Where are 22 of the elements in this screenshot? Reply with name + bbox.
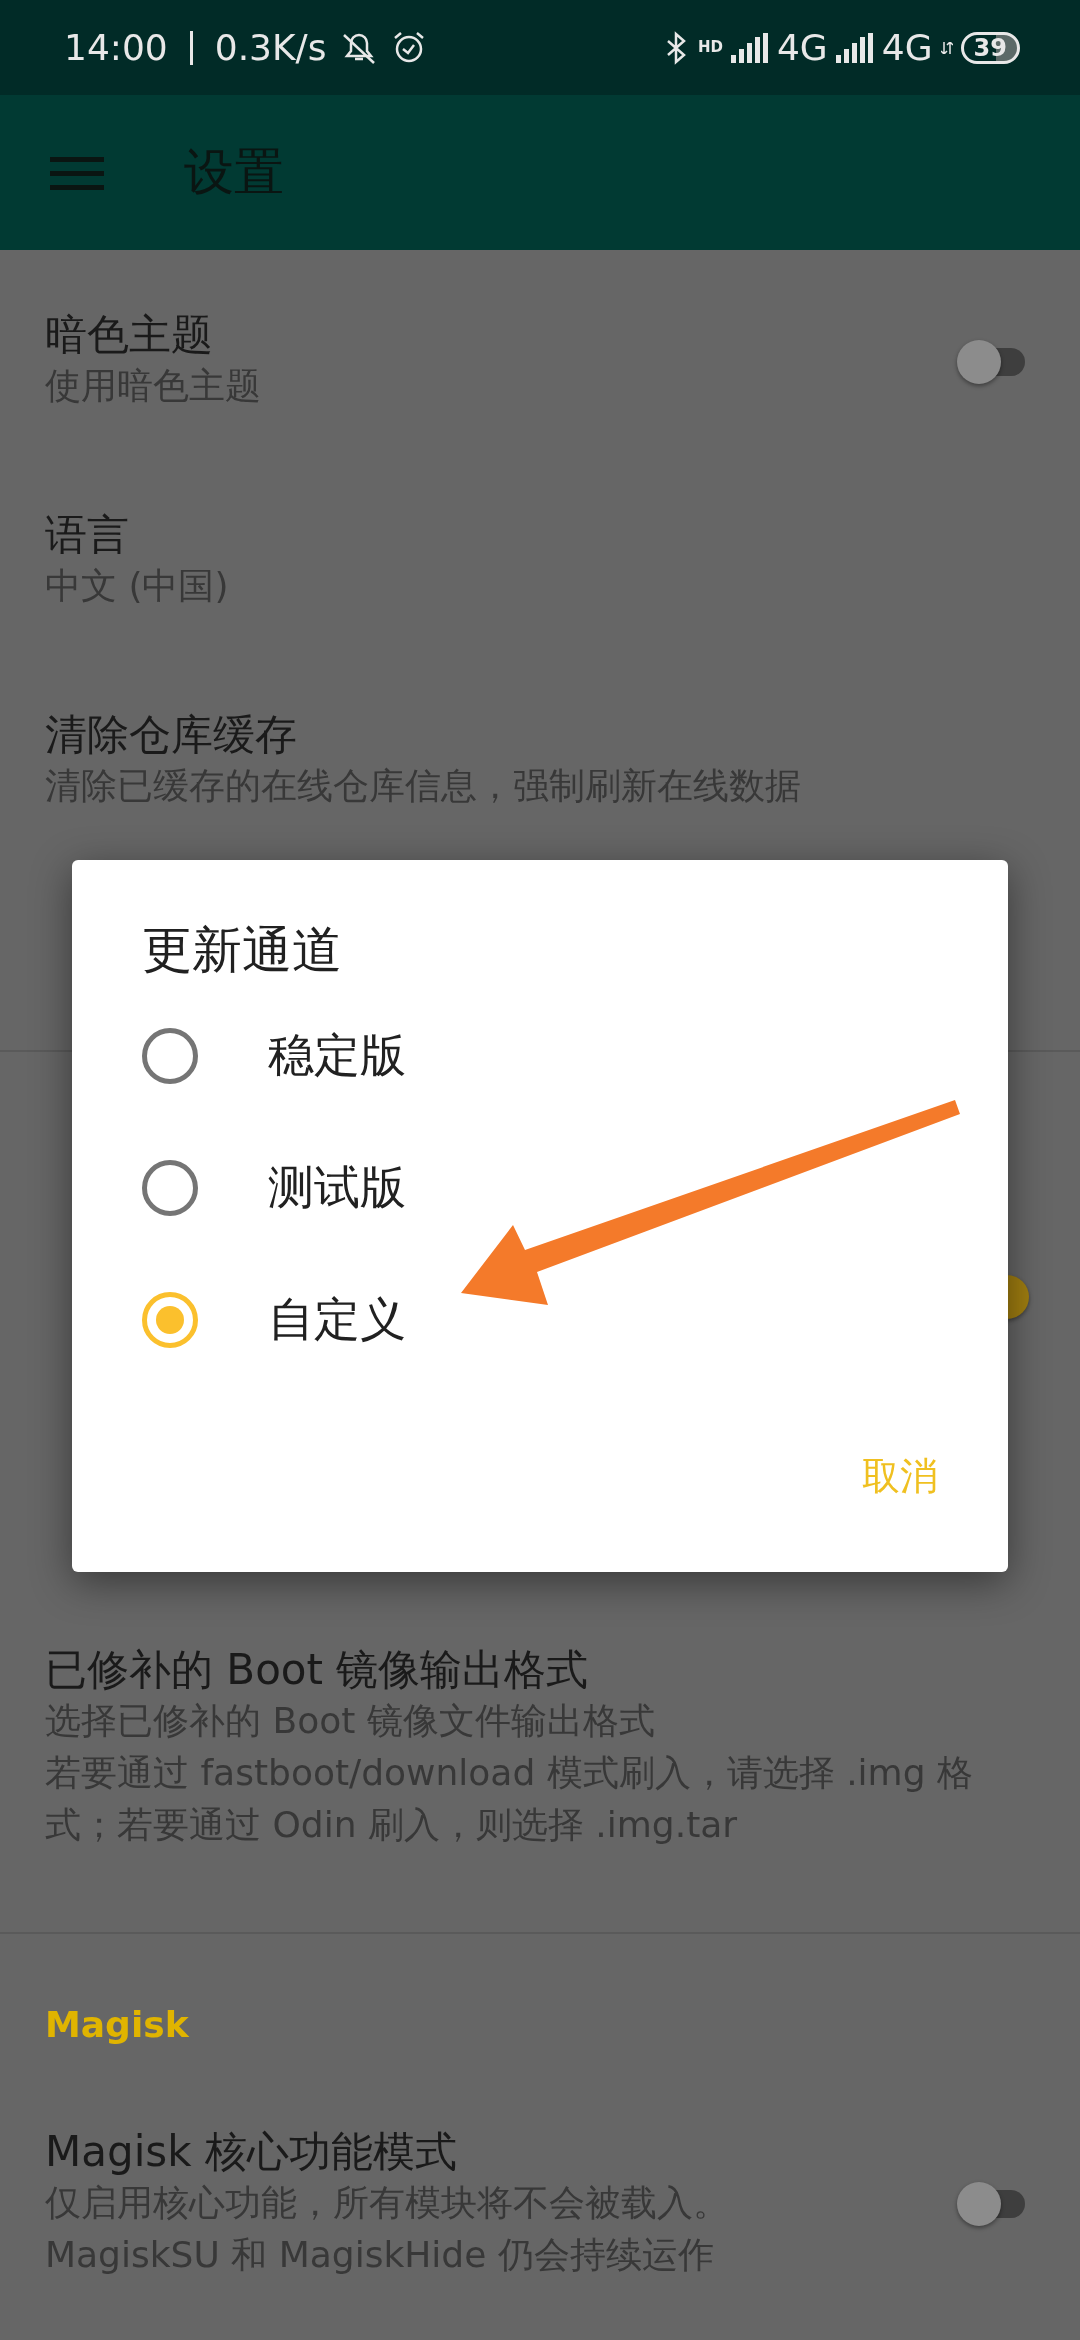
setting-title: 暗色主题 bbox=[45, 310, 213, 360]
network-speed: 0.3K/s bbox=[214, 27, 327, 68]
option-label[interactable]: 稳定版 bbox=[268, 1025, 406, 1087]
battery-level: 39 bbox=[960, 31, 1020, 64]
setting-title: 已修补的 Boot 镜像输出格式 bbox=[45, 1645, 589, 1695]
radio-button[interactable] bbox=[142, 1160, 198, 1216]
radio-button[interactable] bbox=[142, 1292, 198, 1348]
setting-title: 语言 bbox=[45, 510, 129, 560]
hd-label: HD bbox=[697, 40, 723, 55]
dialog-title: 更新通道 bbox=[142, 920, 342, 981]
network-type: 4G bbox=[776, 27, 828, 68]
option-label[interactable]: 自定义 bbox=[268, 1289, 406, 1351]
data-arrows-icon bbox=[940, 41, 953, 54]
section-header: Magisk bbox=[45, 2004, 189, 2045]
signal-icon bbox=[835, 32, 874, 63]
setting-title: Magisk 核心功能模式 bbox=[45, 2127, 457, 2177]
setting-title: 清除仓库缓存 bbox=[45, 710, 297, 760]
clock: 14:00 bbox=[64, 27, 168, 68]
radio-button[interactable] bbox=[142, 1028, 198, 1084]
signal-icon bbox=[730, 32, 769, 63]
network-type: 4G bbox=[881, 27, 933, 68]
option-label[interactable]: 测试版 bbox=[268, 1157, 406, 1219]
